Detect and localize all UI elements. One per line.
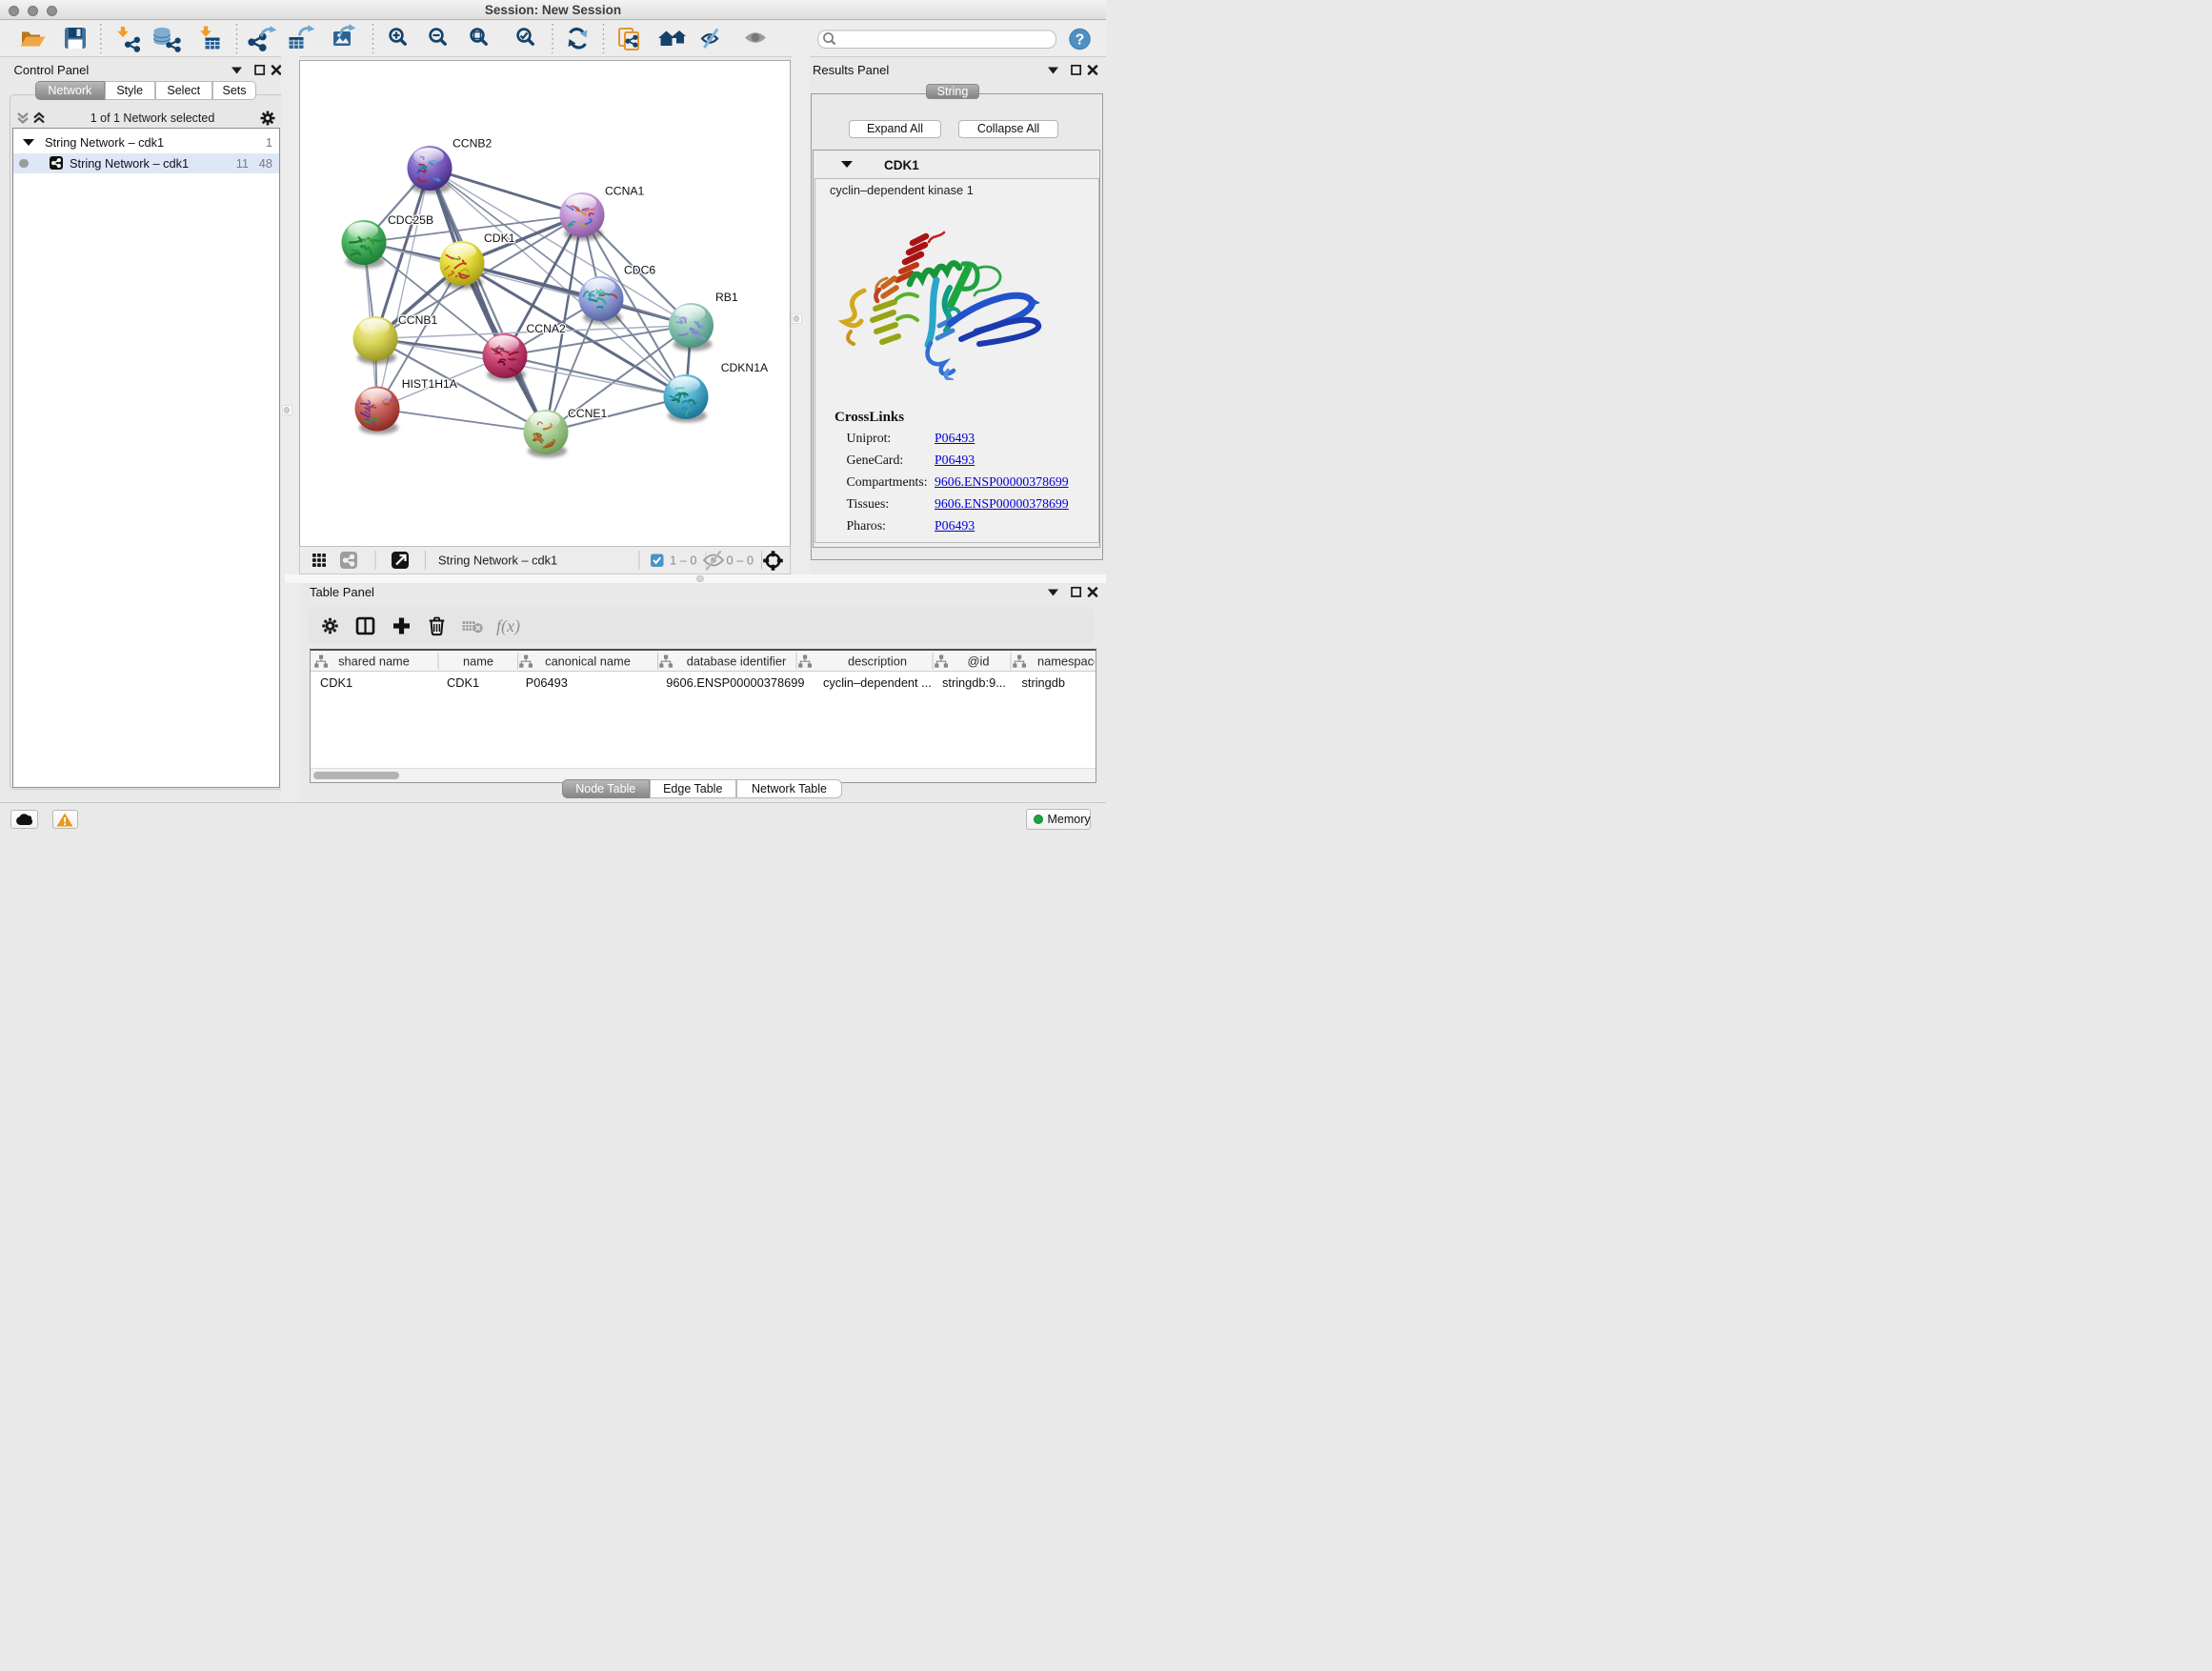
svg-text:f(x): f(x) — [496, 616, 520, 636]
svg-text:CDC25B: CDC25B — [388, 212, 433, 226]
svg-text:shared name: shared name — [338, 654, 410, 669]
svg-text:String Network – cdk1: String Network – cdk1 — [438, 554, 557, 568]
svg-text:@id: @id — [968, 654, 990, 669]
svg-text:CDKN1A: CDKN1A — [721, 360, 769, 373]
svg-text:CCNB2: CCNB2 — [452, 136, 493, 150]
svg-text:HIST1H1A: HIST1H1A — [402, 376, 458, 390]
svg-text:0 – 0: 0 – 0 — [727, 554, 754, 568]
svg-text:database identifier: database identifier — [687, 654, 787, 669]
svg-text:description: description — [848, 654, 907, 669]
svg-text:canonical name: canonical name — [545, 654, 631, 669]
svg-text:CCNA1: CCNA1 — [605, 184, 645, 197]
svg-text:RB1: RB1 — [715, 291, 738, 304]
svg-text:CCNB1: CCNB1 — [398, 312, 438, 326]
svg-text:?: ? — [1076, 31, 1084, 48]
svg-text:1 – 0: 1 – 0 — [670, 554, 696, 568]
svg-text:CDK1: CDK1 — [484, 231, 515, 244]
svg-text:CCNE1: CCNE1 — [568, 406, 608, 419]
svg-text:CCNA2: CCNA2 — [527, 321, 567, 334]
svg-text:name: name — [463, 654, 493, 669]
svg-text:namespace: namespace — [1037, 654, 1095, 669]
svg-text:CDC6: CDC6 — [624, 263, 655, 276]
